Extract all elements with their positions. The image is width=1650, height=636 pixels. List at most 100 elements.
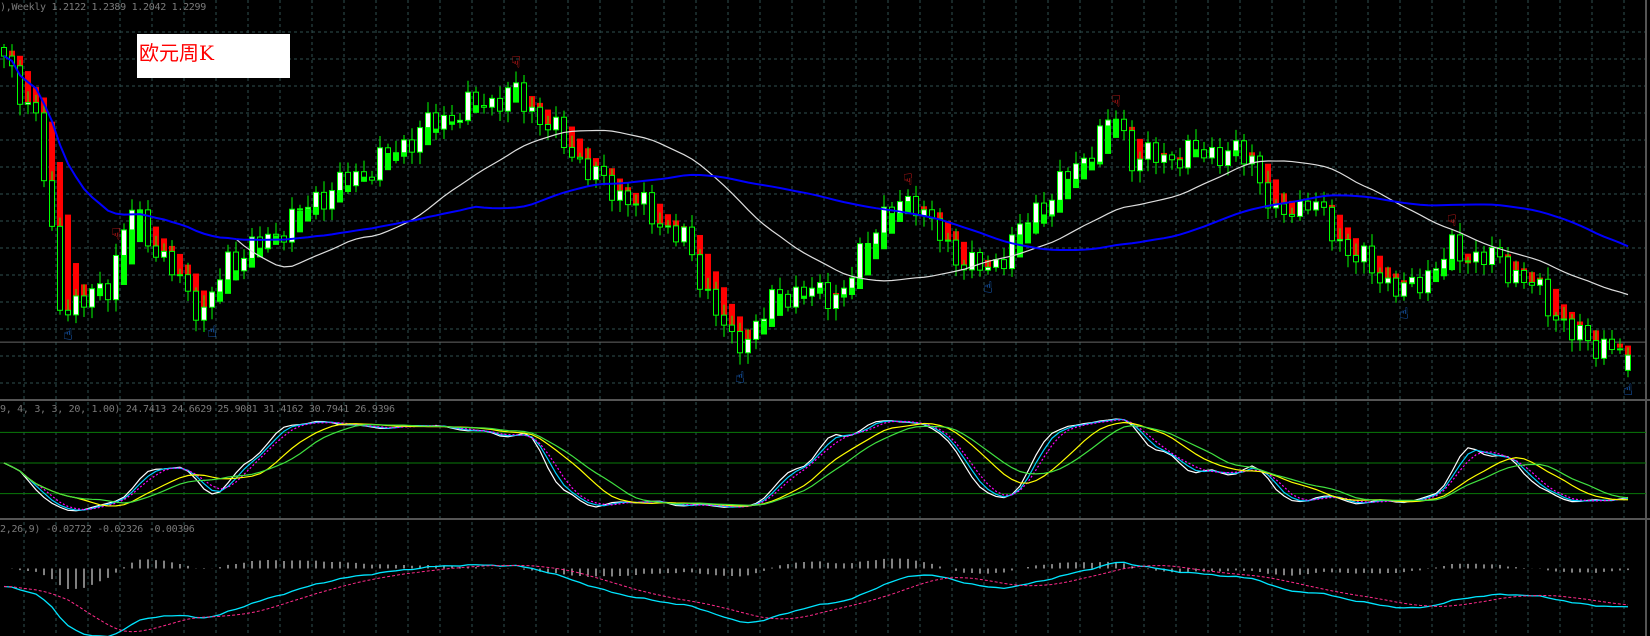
trend-block [65, 214, 71, 312]
candle-body [841, 287, 847, 296]
candle-body [1217, 147, 1223, 167]
candle-body [1049, 199, 1055, 216]
candle-body [1081, 157, 1087, 165]
candle-body [817, 282, 823, 289]
candle-body [1521, 269, 1527, 283]
fractal-down-hand-icon: ☝ [1399, 304, 1409, 323]
candle-body [681, 226, 687, 243]
candle-body [857, 243, 863, 279]
candle-body [593, 165, 599, 181]
candle-body [937, 218, 943, 241]
candle-body [1001, 259, 1007, 270]
candle-body [217, 279, 223, 293]
candle-body [1553, 315, 1559, 321]
candle-body [297, 208, 303, 211]
candle-body [121, 229, 127, 256]
candle-body [33, 102, 39, 114]
candle-body [1577, 325, 1583, 341]
candle-body [377, 147, 383, 181]
candle-body [945, 239, 951, 242]
candle-body [209, 291, 215, 308]
fractal-up-hand-icon: ☟ [903, 170, 913, 189]
candle-body [1169, 154, 1175, 161]
oscillator-values: 24.7413 24.6629 25.9081 31.4162 30.7941 … [125, 404, 395, 415]
candle-body [1, 46, 7, 57]
candle-body [177, 274, 183, 277]
candle-body [65, 309, 71, 316]
candle-body [473, 91, 479, 107]
candle-body [617, 190, 623, 201]
fractal-down-hand-icon: ☝ [63, 324, 73, 343]
candle-body [153, 245, 159, 258]
candle-body [569, 147, 575, 158]
candle-body [321, 191, 327, 210]
candle-body [1225, 150, 1231, 167]
candle-body [1417, 276, 1423, 294]
candle-body [1593, 340, 1599, 359]
candle-body [977, 252, 983, 271]
candle-body [1353, 254, 1359, 263]
candle-body [289, 208, 295, 243]
candle-body [1289, 213, 1295, 217]
candle-body [481, 105, 487, 108]
candle-body [993, 259, 999, 268]
candle-body [1073, 163, 1079, 180]
candle-body [1601, 338, 1607, 359]
candle-body [1129, 130, 1135, 172]
candle-body [1569, 318, 1575, 341]
candle-body [105, 283, 111, 301]
candle-body [1321, 201, 1327, 208]
candle-body [777, 289, 783, 295]
candle-body [441, 114, 447, 130]
candle-body [1145, 142, 1151, 160]
candle-body [697, 254, 703, 290]
chart-label-text: 欧元周K [139, 41, 214, 65]
candle-body [337, 171, 343, 192]
candle-body [1609, 338, 1615, 351]
candle-body [161, 250, 167, 258]
candle-body [985, 266, 991, 271]
chart-header: ),Weekly 1.2122 1.2389 1.2042 1.2299 [0, 2, 206, 13]
candle-body [1361, 245, 1367, 263]
candle-body [233, 251, 239, 272]
candle-body [497, 97, 503, 112]
candle-body [665, 225, 671, 228]
candle-body [905, 195, 911, 203]
candle-body [393, 152, 399, 155]
candle-body [97, 283, 103, 290]
price-chart[interactable]: ☟ ☟ ☟ ☟ ☟ ☝ ☝ ☝ ☝ ☝ ☝ [0, 0, 1650, 636]
candle-body [633, 203, 639, 206]
candle-body [1313, 201, 1319, 211]
candle-body [1161, 154, 1167, 163]
candle-body [529, 106, 535, 112]
candle-body [489, 97, 495, 108]
candle-body [1625, 354, 1631, 371]
candle-body [201, 306, 207, 321]
candle-body [137, 209, 143, 212]
candle-body [729, 324, 735, 333]
candle-body [1457, 234, 1463, 262]
candle-body [241, 257, 247, 272]
candle-body [313, 191, 319, 208]
candle-body [1433, 268, 1439, 272]
fractal-down-hand-icon: ☝ [735, 368, 745, 387]
candle-body [25, 102, 31, 105]
candle-body [657, 223, 663, 228]
candle-body [577, 156, 583, 160]
candle-body [1153, 142, 1159, 163]
candle-body [185, 274, 191, 292]
candle-body [193, 290, 199, 321]
candle-body [1305, 200, 1311, 211]
candle-body [873, 232, 879, 245]
macd-signal-line [3, 564, 1629, 633]
candle-body [1105, 119, 1111, 127]
candle-body [1473, 251, 1479, 263]
candle-body [953, 239, 959, 266]
fractal-up-hand-icon: ☟ [111, 225, 121, 244]
candle-body [745, 338, 751, 354]
candle-body [1097, 125, 1103, 163]
candle-body [1113, 118, 1119, 121]
candle-body [1393, 277, 1399, 297]
candle-body [401, 139, 407, 154]
candle-body [649, 192, 655, 225]
